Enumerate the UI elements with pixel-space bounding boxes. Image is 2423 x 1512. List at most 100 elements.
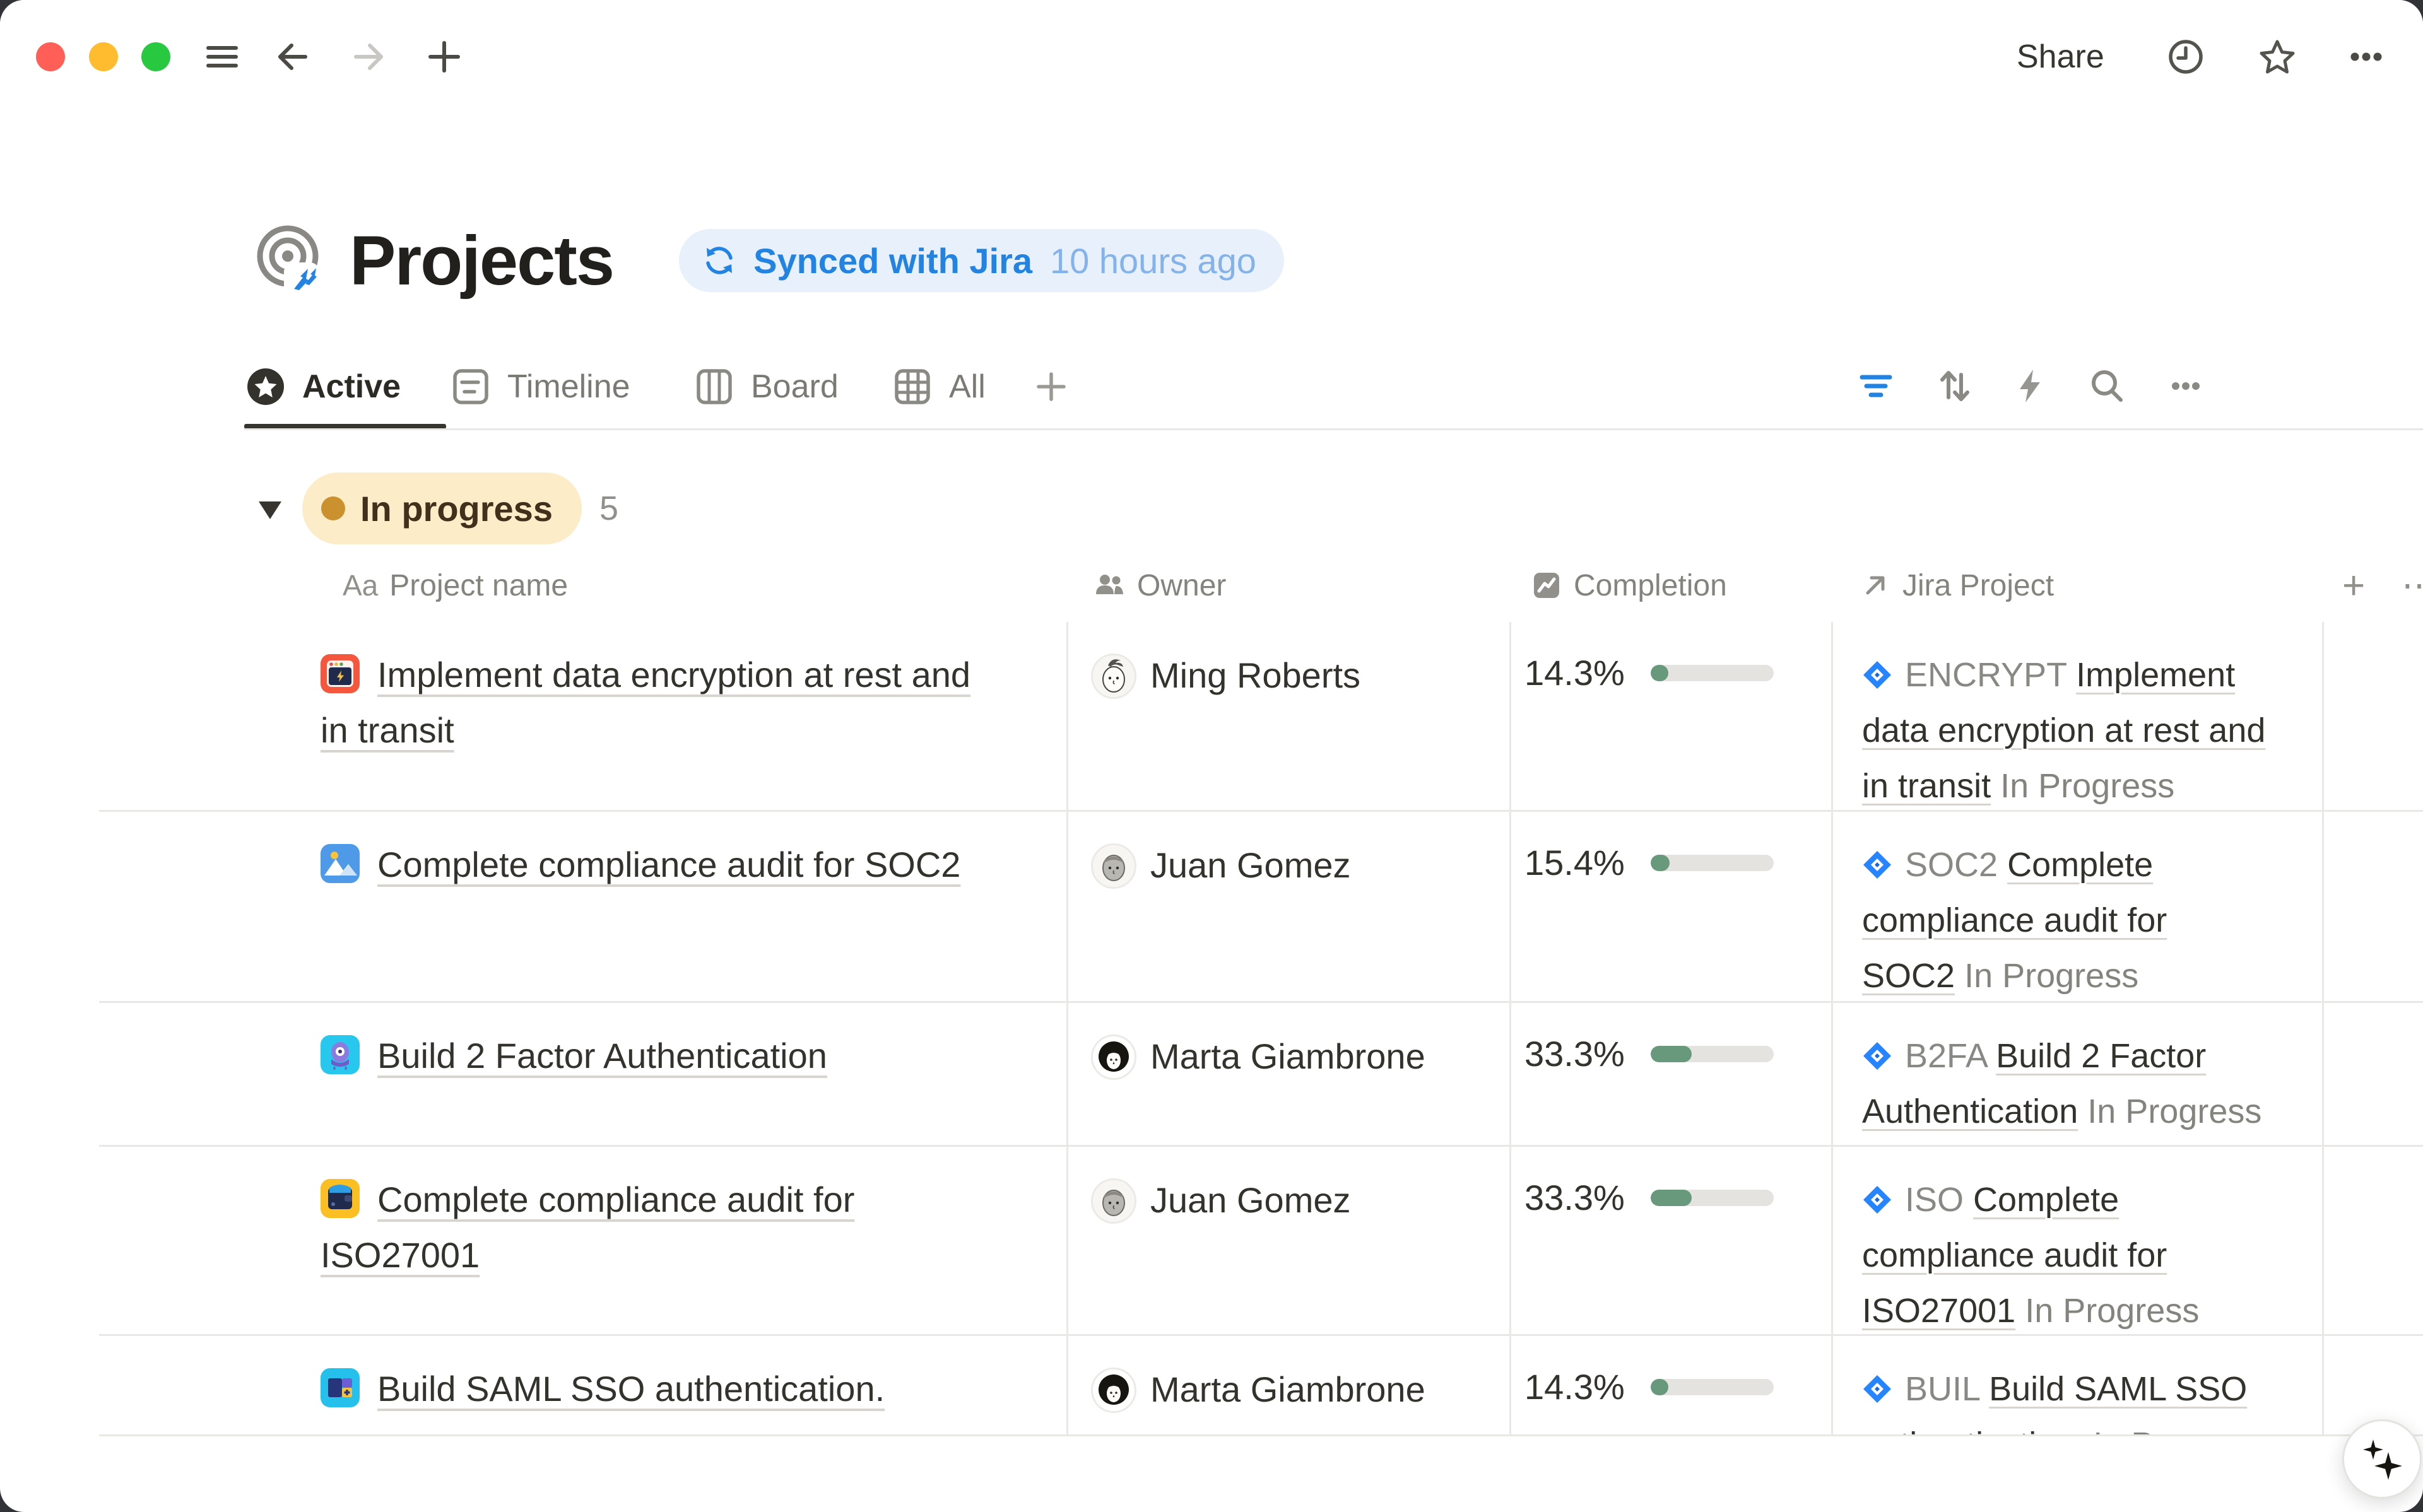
tab-timeline[interactable]: Timeline <box>449 341 630 432</box>
project-name-cell[interactable]: Build SAML SSO authentication. <box>99 1336 1066 1436</box>
notion-window: Share Projects <box>0 0 2423 1512</box>
back-icon[interactable] <box>273 37 313 77</box>
jira-logo-icon <box>1862 651 1892 681</box>
project-name-cell[interactable]: Complete compliance audit for SOC2 <box>99 812 1066 1004</box>
owner-name: Ming Roberts <box>1150 655 1360 696</box>
completion-percent: 33.3% <box>1524 1177 1630 1218</box>
search-icon[interactable] <box>2084 363 2130 409</box>
jira-logo-icon <box>1862 1365 1892 1395</box>
add-view-button[interactable] <box>1032 341 1070 432</box>
project-link: Complete compliance audit for ISO27001 <box>321 1180 854 1275</box>
jira-status: In Progress <box>2087 1093 2261 1130</box>
completion-cell[interactable]: 14.3% <box>1509 1336 1831 1436</box>
jira-status: In Progress <box>2000 767 2174 805</box>
new-tab-icon[interactable] <box>424 37 464 77</box>
starred-view-icon <box>244 365 287 408</box>
zoom-window-button[interactable] <box>141 42 170 71</box>
view-more-icon[interactable] <box>2163 363 2208 409</box>
jira-issue-key: SOC2 <box>1905 846 1998 884</box>
avatar-ming-roberts <box>1091 653 1136 699</box>
owner-cell[interactable]: Juan Gomez <box>1066 1147 1509 1339</box>
empty-cell[interactable] <box>2322 812 2423 1004</box>
table-row: Complete compliance audit for ISO27001 J… <box>99 1147 2423 1336</box>
favorite-star-icon[interactable] <box>2256 35 2299 78</box>
automations-lightning-icon[interactable] <box>2007 363 2053 409</box>
tab-board[interactable]: Board <box>693 341 839 432</box>
completion-cell[interactable]: 15.4% <box>1509 812 1831 1004</box>
table-row: Build SAML SSO authentication. Marta Gia… <box>99 1336 2423 1436</box>
empty-cell[interactable] <box>2322 1147 2423 1339</box>
jira-project-cell[interactable]: ISO Complete compliance audit for ISO270… <box>1831 1147 2322 1339</box>
close-window-button[interactable] <box>36 42 65 71</box>
page-title[interactable]: Projects <box>350 221 613 301</box>
owner-cell[interactable]: Marta Giambrone <box>1066 1336 1509 1436</box>
progress-bar <box>1651 1046 1774 1062</box>
table-view-icon <box>891 365 934 408</box>
project-icon-picture <box>321 843 360 882</box>
completion-percent: 14.3% <box>1524 652 1630 693</box>
column-header-jira-project[interactable]: Jira Project <box>1860 550 2054 621</box>
group-header: In progress 5 <box>0 470 2423 549</box>
owner-cell[interactable]: Juan Gomez <box>1066 812 1509 1004</box>
collapse-group-icon[interactable] <box>257 499 283 520</box>
timeline-view-icon <box>449 365 492 408</box>
project-name-cell[interactable]: Implement data encryption at rest and in… <box>99 622 1066 814</box>
column-header-project-name[interactable]: Aa Project name <box>343 550 568 621</box>
page-header: Projects Synced with Jira 10 hours ago <box>252 213 1284 308</box>
sync-icon <box>702 243 737 278</box>
column-header-owner[interactable]: Owner <box>1093 550 1226 621</box>
project-name-cell[interactable]: Build 2 Factor Authentication <box>99 1003 1066 1145</box>
jira-project-cell[interactable]: B2FA Build 2 Factor Authentication In Pr… <box>1831 1003 2322 1145</box>
progress-bar <box>1651 665 1774 681</box>
jira-status: In Progress <box>1964 957 2138 995</box>
project-link: Implement data encryption at rest and in… <box>321 655 970 750</box>
project-name-cell[interactable]: Complete compliance audit for ISO27001 <box>99 1147 1066 1339</box>
completion-cell[interactable]: 33.3% <box>1509 1003 1831 1145</box>
table-row: Build 2 Factor Authentication Marta Giam… <box>99 1003 2423 1147</box>
page-icon-target[interactable] <box>252 223 327 298</box>
owner-cell[interactable]: Ming Roberts <box>1066 622 1509 814</box>
filter-icon[interactable] <box>1853 363 1899 409</box>
people-icon <box>1093 569 1126 602</box>
owner-name: Marta Giambrone <box>1150 1369 1425 1410</box>
text-property-icon: Aa <box>343 568 378 602</box>
avatar-juan-gomez <box>1091 1178 1136 1224</box>
share-button[interactable]: Share <box>2017 38 2104 76</box>
forward-icon[interactable] <box>348 37 389 77</box>
empty-cell[interactable] <box>2322 1003 2423 1145</box>
jira-issue-key: B2FA <box>1905 1037 1986 1075</box>
add-column-button[interactable]: + <box>2342 550 2365 621</box>
jira-project-cell[interactable]: ENCRYPT Implement data encryption at res… <box>1831 622 2322 814</box>
tab-active[interactable]: Active <box>244 341 401 432</box>
jira-project-cell[interactable]: BUIL Build SAML SSO authentication. In P… <box>1831 1336 2322 1436</box>
history-clock-icon[interactable] <box>2164 35 2207 78</box>
jira-issue-key: ISO <box>1905 1181 1964 1219</box>
table-header: Aa Project name Owner Completion Jira Pr… <box>0 550 2423 621</box>
table-more-icon[interactable]: ⋯ <box>2402 550 2423 621</box>
project-icon-pixel-disk <box>321 1368 360 1407</box>
completion-cell[interactable]: 33.3% <box>1509 1147 1831 1339</box>
completion-cell[interactable]: 14.3% <box>1509 622 1831 814</box>
column-header-completion[interactable]: Completion <box>1531 550 1727 621</box>
tab-all[interactable]: All <box>891 341 986 432</box>
owner-cell[interactable]: Marta Giambrone <box>1066 1003 1509 1145</box>
jira-logo-icon <box>1862 1032 1892 1062</box>
empty-cell[interactable] <box>2322 622 2423 814</box>
completion-percent: 33.3% <box>1524 1033 1630 1074</box>
progress-bar <box>1651 855 1774 871</box>
jira-status: In Progress <box>2025 1292 2199 1330</box>
minimize-window-button[interactable] <box>89 42 118 71</box>
group-status-pill[interactable]: In progress <box>302 472 582 544</box>
sidebar-menu-icon[interactable] <box>202 37 242 77</box>
jira-logo-icon <box>1862 1176 1892 1206</box>
jira-project-cell[interactable]: SOC2 Complete compliance audit for SOC2 … <box>1831 812 2322 1004</box>
views-bar: Active Timeline Board All <box>0 341 2423 432</box>
sort-icon[interactable] <box>1932 363 1978 409</box>
table-body: Implement data encryption at rest and in… <box>99 622 2423 1436</box>
jira-status: In Progress <box>2093 1426 2267 1436</box>
owner-name: Juan Gomez <box>1150 1180 1351 1221</box>
more-options-icon[interactable] <box>2345 35 2388 78</box>
notion-ai-button[interactable] <box>2342 1419 2422 1499</box>
jira-sync-badge[interactable]: Synced with Jira 10 hours ago <box>679 229 1284 292</box>
sparkles-icon <box>2354 1431 2410 1487</box>
